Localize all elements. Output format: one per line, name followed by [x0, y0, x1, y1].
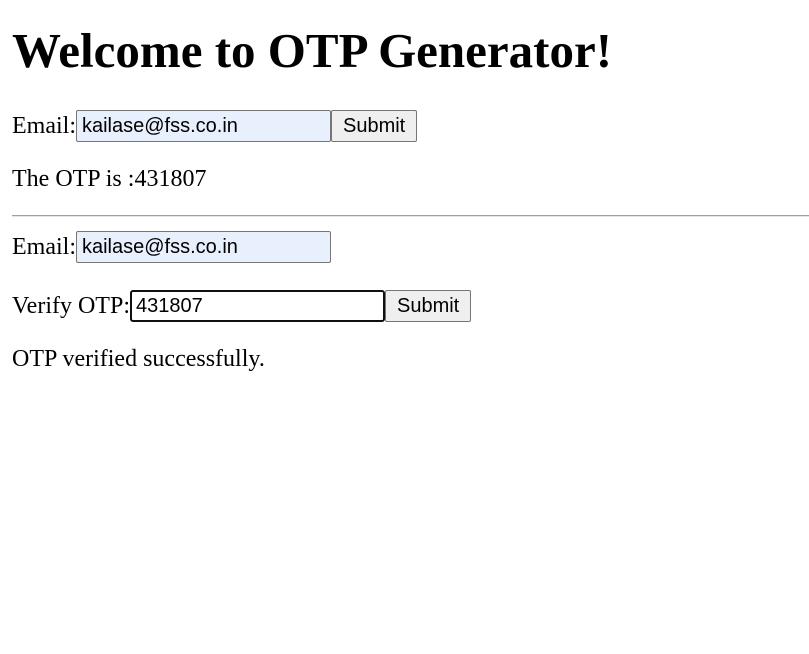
verification-result-text: OTP verified successfully.: [12, 346, 265, 372]
verify-otp-row: Verify OTP: Submit: [12, 289, 472, 323]
generate-submit-button[interactable]: Submit: [330, 110, 418, 142]
verify-email-input[interactable]: [75, 231, 331, 263]
otp-result-text: The OTP is :431807: [12, 166, 207, 192]
generate-email-label: Email:: [12, 113, 76, 139]
verify-email-label: Email:: [12, 234, 76, 260]
verify-otp-input[interactable]: [129, 290, 385, 322]
section-divider: [12, 215, 809, 217]
verify-otp-label: Verify OTP:: [12, 293, 130, 319]
generate-email-row: Email: Submit: [12, 109, 418, 143]
verify-email-row: Email:: [12, 230, 331, 264]
verify-submit-button[interactable]: Submit: [384, 290, 472, 322]
page-title: Welcome to OTP Generator!: [12, 23, 613, 78]
generate-email-input[interactable]: [75, 110, 331, 142]
